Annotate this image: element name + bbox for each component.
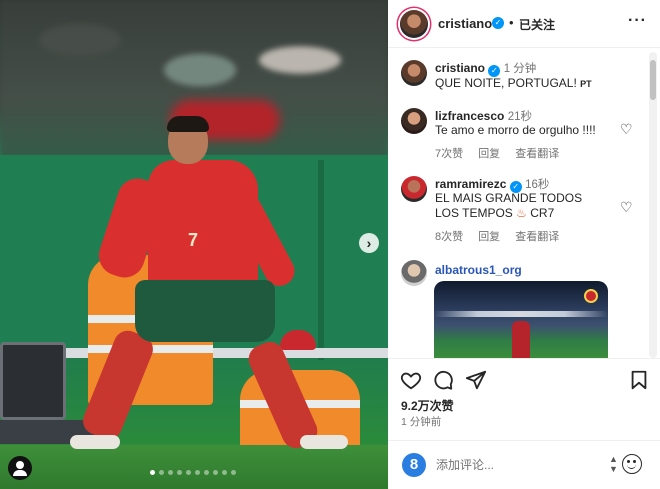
- caption-username[interactable]: cristiano: [435, 61, 485, 75]
- commenter-avatar[interactable]: [401, 176, 427, 202]
- caption-avatar[interactable]: [401, 60, 427, 86]
- club-crest-icon: [584, 289, 598, 303]
- comment-meta: 8次赞 回复 查看翻译: [435, 228, 571, 244]
- tv-camera: [0, 342, 66, 420]
- user-tag-icon[interactable]: [8, 456, 32, 480]
- spinner-icon[interactable]: ▲ ▼: [609, 454, 618, 474]
- flag-pt-label: PT: [580, 79, 592, 89]
- post-photo[interactable]: 7 ›: [0, 0, 388, 489]
- comment-time: 21秒: [507, 111, 533, 123]
- emoji-icon[interactable]: [622, 454, 642, 474]
- next-photo-button[interactable]: ›: [359, 233, 379, 253]
- comment-text: Te amo e morro de orgulho !!!!: [435, 123, 596, 137]
- comment-icon: [434, 370, 453, 390]
- share-button[interactable]: [465, 369, 487, 391]
- comment-text: EL MAIS GRANDE TODOS LOS TEMPOS ♨ CR7: [435, 191, 583, 220]
- player-figure: [512, 321, 530, 358]
- heart-icon[interactable]: ♡: [620, 122, 634, 136]
- like-button[interactable]: [400, 369, 422, 391]
- comments-scrollbar[interactable]: [649, 52, 657, 358]
- comment-meta: 7次赞 回复 查看翻译: [435, 145, 571, 161]
- likes-count[interactable]: 9.2万次赞: [401, 397, 454, 414]
- comment-composer: 8 ▲▼: [388, 440, 660, 489]
- bookmark-icon: [631, 370, 647, 390]
- comments-list[interactable]: cristiano ✓ 1 分钟 QUE NOITE, PORTUGAL! PT…: [388, 48, 648, 358]
- post-side-panel: cristiano ✓ • 已关注 ··· cristiano ✓ 1 分钟 Q…: [388, 0, 660, 489]
- author-avatar[interactable]: [400, 10, 428, 38]
- flame-emoji-icon: ♨: [516, 206, 527, 220]
- carousel-indicator: [150, 470, 236, 475]
- commenter-username[interactable]: ramramirezc: [435, 177, 506, 191]
- caption-time: 1 分钟: [503, 63, 537, 75]
- verified-badge-icon: ✓: [492, 17, 504, 29]
- caption-text: QUE NOITE, PORTUGAL! PT: [435, 76, 592, 90]
- heart-icon: [400, 372, 422, 390]
- post-header: cristiano ✓ • 已关注 ···: [388, 0, 660, 48]
- translate-button[interactable]: 查看翻译: [515, 148, 559, 160]
- comment-input[interactable]: [436, 455, 586, 475]
- commenter-avatar[interactable]: [401, 108, 427, 134]
- follow-status-button[interactable]: 已关注: [519, 16, 555, 33]
- comment-likes[interactable]: 8次赞: [435, 231, 463, 243]
- post-timestamp: 1 分钟前: [401, 416, 442, 428]
- heart-icon[interactable]: ♡: [620, 200, 634, 214]
- player-figure: 7: [60, 110, 348, 455]
- comment-button[interactable]: [432, 369, 454, 391]
- save-button[interactable]: [628, 369, 650, 391]
- comment-image-preview[interactable]: [434, 281, 608, 358]
- author-username[interactable]: cristiano: [438, 16, 492, 31]
- comment-likes[interactable]: 7次赞: [435, 148, 463, 160]
- scrollbar-thumb[interactable]: [650, 60, 656, 100]
- jersey-number: 7: [188, 230, 199, 250]
- commenter-username[interactable]: albatrous1_org: [435, 263, 522, 277]
- separator-dot: •: [509, 15, 514, 30]
- app-logo-icon: 8: [402, 453, 426, 477]
- share-icon: [465, 370, 487, 390]
- commenter-avatar[interactable]: [401, 260, 427, 286]
- action-bar: [388, 358, 660, 394]
- chevron-right-icon: ›: [366, 235, 372, 251]
- commenter-username[interactable]: lizfrancesco: [435, 109, 504, 123]
- comment-time: 16秒: [525, 179, 550, 191]
- translate-button[interactable]: 查看翻译: [515, 231, 559, 243]
- more-options-button[interactable]: ···: [628, 12, 647, 30]
- reply-button[interactable]: 回复: [478, 231, 500, 243]
- reply-button[interactable]: 回复: [478, 148, 500, 160]
